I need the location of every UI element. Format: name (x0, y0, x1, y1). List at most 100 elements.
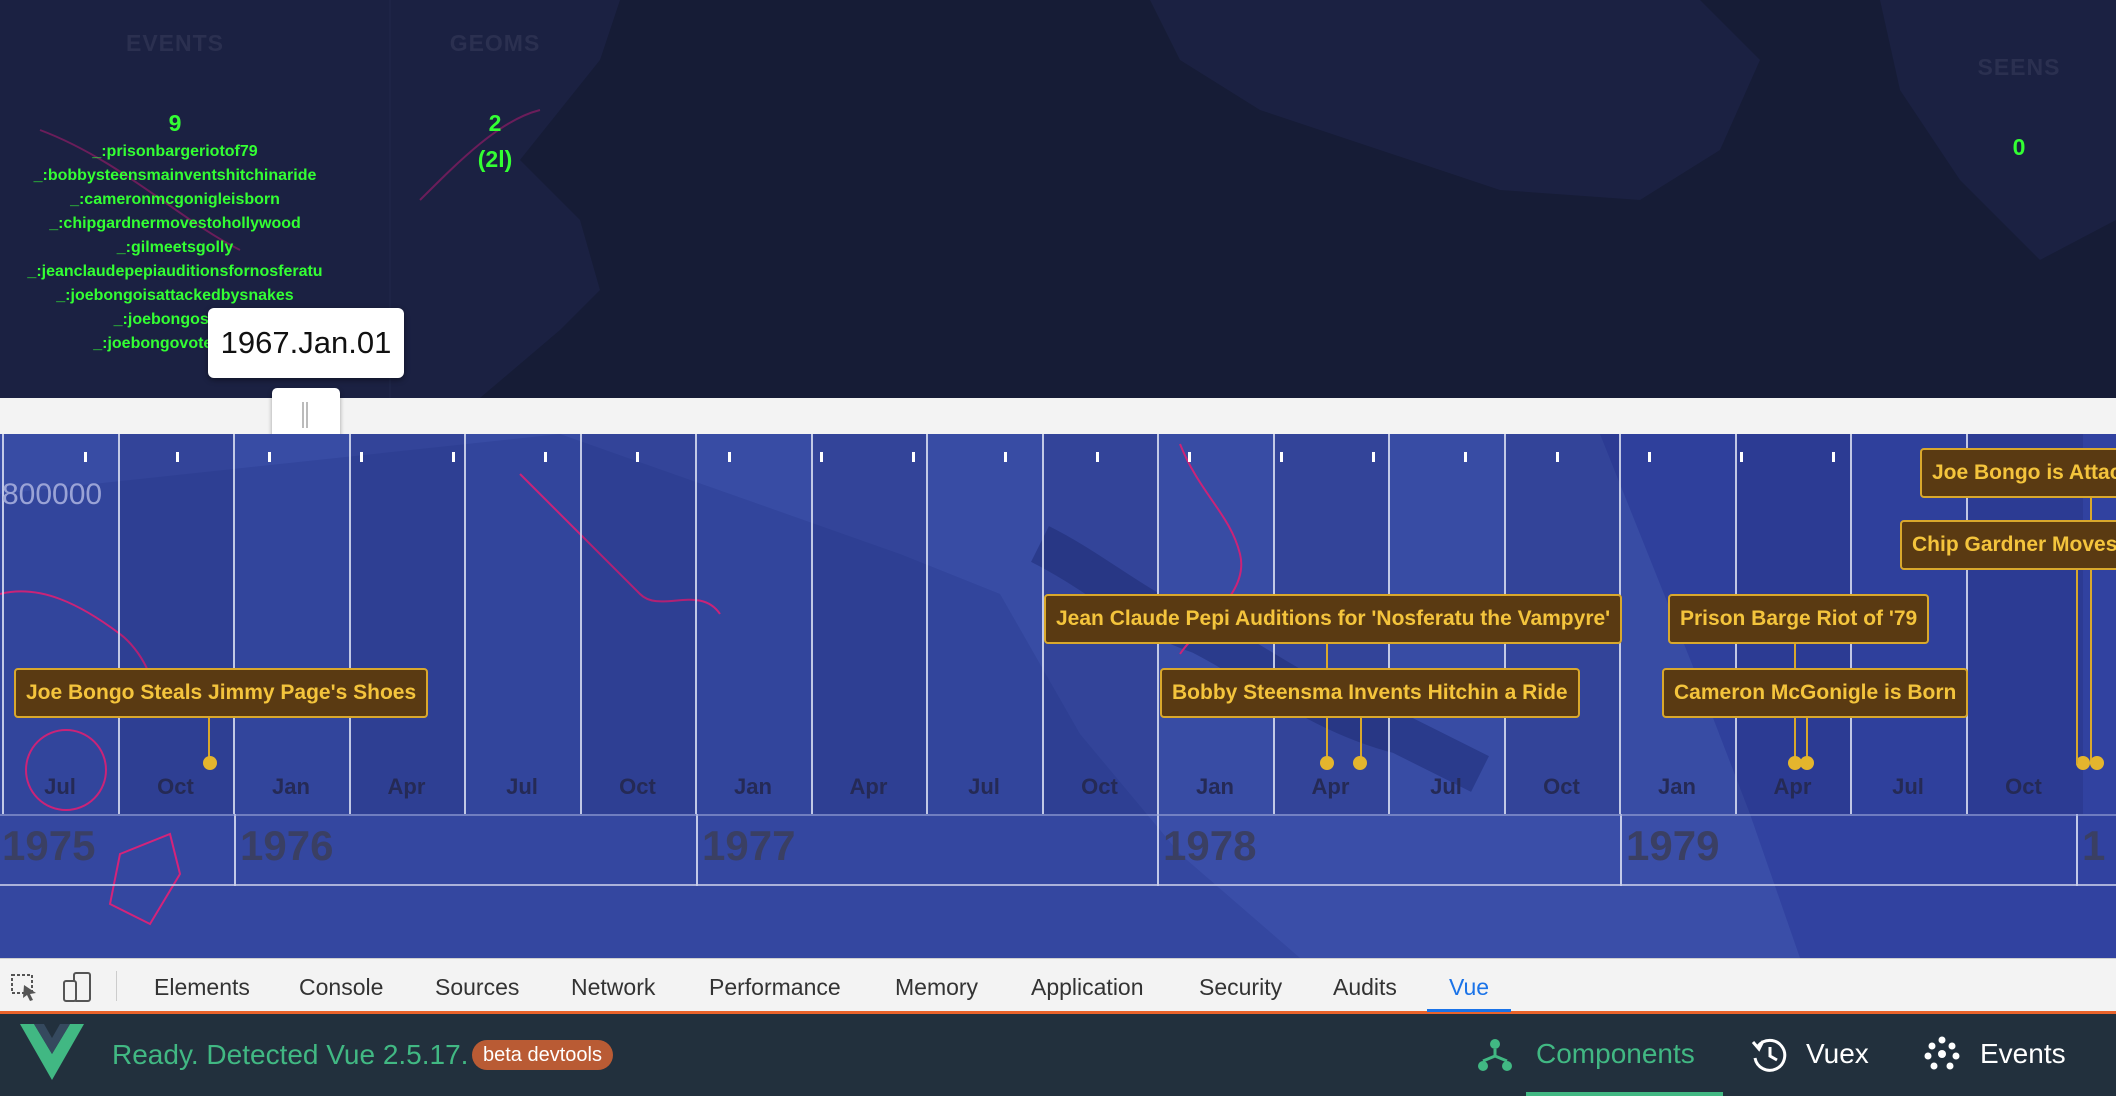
device-toolbar-icon[interactable] (62, 971, 94, 1003)
inspect-element-icon[interactable] (10, 973, 40, 1001)
timeline-tick (1280, 452, 1283, 462)
events-dots-icon[interactable] (1924, 1036, 1960, 1072)
components-icon[interactable] (1476, 1036, 1514, 1074)
event-card-jean-claude-pepi[interactable]: Jean Claude Pepi Auditions for 'Nosferat… (1044, 594, 1623, 644)
seens-count: 0 (2012, 134, 2026, 160)
toolbar-divider (116, 971, 117, 1001)
month-band (464, 434, 582, 814)
timeline-tick (912, 452, 915, 462)
tab-network[interactable]: Network (571, 959, 655, 1012)
month-label: Jan (1658, 774, 1696, 799)
tab-application[interactable]: Application (1031, 959, 1144, 1012)
timeline-tick (728, 452, 731, 462)
event-card-chip-gardner[interactable]: Chip Gardner Moves (1900, 520, 2116, 570)
timeline-tick (268, 452, 271, 462)
tab-vue[interactable]: Vue (1426, 959, 1512, 1012)
event-marker[interactable] (2076, 756, 2090, 770)
list-item[interactable]: _:prisonbargeriotof79 (0, 140, 350, 164)
timeline-tick (176, 452, 179, 462)
nav-events[interactable]: Events (1980, 1014, 2066, 1096)
list-item[interactable]: _:cameronmcgonigleisborn (0, 188, 350, 212)
month-label: Apr (1773, 774, 1812, 799)
tab-audits[interactable]: Audits (1333, 959, 1397, 1012)
year-label: 1979 (1626, 822, 1720, 869)
beta-badge: beta devtools (472, 1040, 613, 1070)
timeline-tick (636, 452, 639, 462)
month-band (810, 434, 929, 814)
month-label: Jan (1196, 774, 1234, 799)
nav-components[interactable]: Components (1526, 1014, 1723, 1096)
month-label: Oct (1081, 774, 1118, 799)
year-boundary (1620, 814, 1622, 886)
timeline-tick (84, 452, 87, 462)
month-label: Apr (1311, 774, 1350, 799)
timeline-tick (1832, 452, 1835, 462)
tab-elements[interactable]: Elements (154, 959, 250, 1012)
year-boundary (696, 814, 698, 886)
list-item[interactable]: _:jeanclaudepepiauditionsfornosferatu (0, 260, 350, 284)
timeline-tick (544, 452, 547, 462)
timeline-tick (1004, 452, 1007, 462)
month-label: Jul (968, 774, 1000, 799)
events-heading: EVENTS (125, 30, 225, 56)
seens-heading: SEENS (1977, 54, 2061, 80)
timeline-tick (1556, 452, 1559, 462)
geoms-subcount: (2l) (477, 146, 513, 172)
month-label: Oct (157, 774, 194, 799)
year-boundary (1157, 814, 1159, 886)
month-band (926, 434, 1044, 814)
event-marker[interactable] (203, 756, 217, 770)
year-label: 1976 (240, 822, 334, 869)
list-item[interactable]: _:bobbysteensmainventshitchinaride (0, 164, 350, 188)
devtools-tabbar: Elements Console Sources Network Perform… (0, 958, 2116, 1014)
month-band (117, 434, 236, 814)
year-divider (0, 814, 2116, 816)
event-marker[interactable] (2090, 756, 2104, 770)
tab-security[interactable]: Security (1199, 959, 1282, 1012)
geoms-count: 2 (488, 110, 502, 136)
event-marker[interactable] (1353, 756, 1367, 770)
tab-memory[interactable]: Memory (895, 959, 978, 1012)
month-label: Oct (1543, 774, 1580, 799)
population-readout: 800000 (2, 478, 103, 511)
event-card-prison-barge-riot[interactable]: Prison Barge Riot of '79 (1668, 594, 1930, 644)
event-card-joe-bongo-steals[interactable]: Joe Bongo Steals Jimmy Page's Shoes (14, 668, 429, 718)
month-label: Jul (1892, 774, 1924, 799)
list-item[interactable]: _:chipgardnermovestohollywood (0, 212, 350, 236)
year-label: 1978 (1163, 822, 1257, 869)
list-item[interactable]: _:joebongoisattackedbysnakes (0, 284, 350, 308)
nav-vuex[interactable]: Vuex (1806, 1014, 1869, 1096)
timeline-bottom-rule (0, 884, 2116, 886)
month-label: Oct (2005, 774, 2042, 799)
vue-status-text: Ready. Detected Vue 2.5.17. (112, 1039, 469, 1070)
timeline-tick (1648, 452, 1651, 462)
tab-sources[interactable]: Sources (435, 959, 519, 1012)
month-label: Jan (734, 774, 772, 799)
timeline-panel[interactable]: Jul Oct Jan Apr Jul Oct Jan Apr Jul Oct Jan Apr Jul O… (0, 434, 2116, 958)
month-label: Jan (272, 774, 310, 799)
list-item[interactable]: _:gilmeetsgolly (0, 236, 350, 260)
month-label: Jul (1430, 774, 1462, 799)
timeline-tick (1372, 452, 1375, 462)
event-stem (2076, 570, 2078, 764)
tab-console[interactable]: Console (299, 959, 383, 1012)
event-marker[interactable] (1320, 756, 1334, 770)
month-label: Apr (849, 774, 888, 799)
tab-performance[interactable]: Performance (709, 959, 841, 1012)
geoms-heading: GEOMS (449, 30, 541, 56)
event-card-bobby-steensma[interactable]: Bobby Steensma Invents Hitchin a Ride (1160, 668, 1580, 718)
year-label: 1975 (2, 822, 96, 869)
event-marker[interactable] (1800, 756, 1814, 770)
timeline-tick (1096, 452, 1099, 462)
year-boundary (2076, 814, 2078, 886)
vue-devtools-bar: Ready. Detected Vue 2.5.17. beta devtool… (0, 1014, 2116, 1096)
event-card-cameron-mcgonigle[interactable]: Cameron McGonigle is Born (1662, 668, 1969, 718)
timeline-tick (1740, 452, 1743, 462)
event-card-joe-bongo-attacked[interactable]: Joe Bongo is Attac (1920, 448, 2116, 498)
month-label: Jul (44, 774, 76, 799)
timeline-tick (452, 452, 455, 462)
timeline-tick (1464, 452, 1467, 462)
history-icon[interactable] (1750, 1036, 1788, 1074)
vue-logo-icon (20, 1024, 84, 1080)
year-label: 1 (2082, 822, 2106, 869)
